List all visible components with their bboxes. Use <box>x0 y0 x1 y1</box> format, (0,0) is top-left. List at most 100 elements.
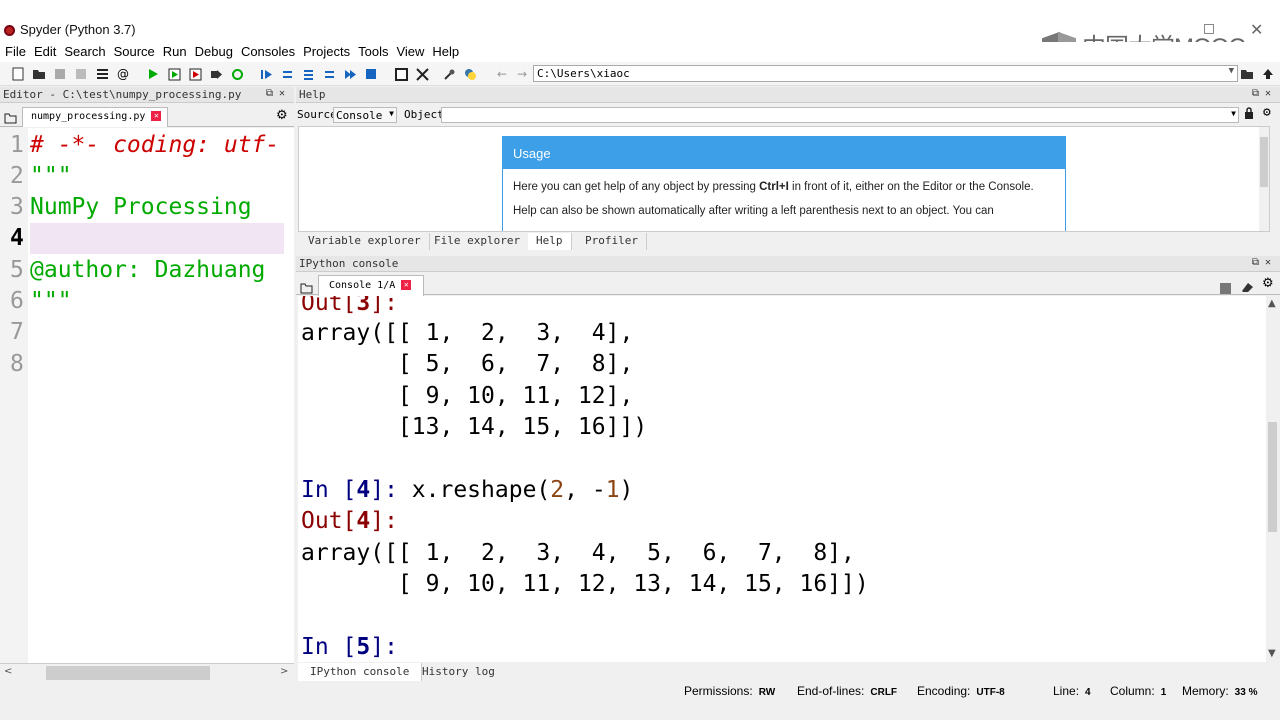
run-icon[interactable] <box>145 66 161 82</box>
menu-source[interactable]: Source <box>109 42 158 62</box>
pane-float-close-icons[interactable]: ⧉✕ <box>1252 88 1277 99</box>
tab-profiler[interactable]: Profiler <box>577 233 647 250</box>
status-label: Memory: <box>1182 684 1229 698</box>
line-number: 5 <box>10 257 24 283</box>
pane-float-close-icons[interactable]: ⧉✕ <box>1252 257 1277 268</box>
scrollbar-thumb[interactable] <box>1268 422 1277 532</box>
code-editor[interactable]: 1 # -*- coding: utf- 2 """ 3 NumPy Processi… <box>0 128 294 663</box>
continue-icon[interactable] <box>342 66 358 82</box>
forward-arrow-icon[interactable]: → <box>514 66 530 82</box>
menu-tools[interactable]: Tools <box>353 42 391 62</box>
step-into-icon[interactable] <box>300 66 316 82</box>
preferences-wrench-icon[interactable] <box>441 66 457 82</box>
menu-search[interactable]: Search <box>59 42 108 62</box>
editor-tab-numpy-processing[interactable]: numpy_processing.py ✕ <box>22 107 168 127</box>
status-column: Column: 1 <box>1110 684 1166 698</box>
menu-view[interactable]: View <box>391 42 427 62</box>
code-text: """ <box>30 288 72 314</box>
run-selection-icon[interactable] <box>208 66 224 82</box>
menu-help[interactable]: Help <box>427 42 462 62</box>
python-path-icon[interactable] <box>462 66 478 82</box>
tab-variable-explorer[interactable]: Variable explorer <box>300 233 430 250</box>
rerun-icon[interactable] <box>229 66 245 82</box>
back-arrow-icon[interactable]: ← <box>494 66 510 82</box>
working-directory-value: C:\Users\xiaoc <box>537 67 630 80</box>
code-line: 1 # -*- coding: utf- <box>0 130 294 161</box>
console-vertical-scrollbar[interactable]: ▲ ▼ <box>1266 296 1278 662</box>
code-text: x.reshape( <box>411 477 551 503</box>
gear-icon[interactable]: ⚙ <box>276 108 288 123</box>
list-icon[interactable] <box>94 66 110 82</box>
menu-file[interactable]: File <box>0 42 29 62</box>
maximize-icon[interactable] <box>1204 24 1214 34</box>
menu-run[interactable]: Run <box>158 42 190 62</box>
status-label: Line: <box>1053 684 1080 698</box>
pane-float-close-icons[interactable]: ⧉✕ <box>266 88 291 99</box>
menu-projects[interactable]: Projects <box>298 42 353 62</box>
step-return-icon[interactable] <box>321 66 337 82</box>
editor-tab-label: numpy_processing.py <box>31 111 146 122</box>
at-icon[interactable]: @ <box>115 66 131 82</box>
menu-consoles[interactable]: Consoles <box>236 42 298 62</box>
close-tab-icon[interactable]: ✕ <box>151 111 162 121</box>
source-select[interactable]: Console ▼ <box>333 107 397 123</box>
scroll-up-icon[interactable]: ▲ <box>1268 298 1276 309</box>
close-tab-icon[interactable]: ✕ <box>401 280 412 290</box>
gear-icon[interactable]: ⚙ <box>1263 105 1271 120</box>
editor-horizontal-scrollbar[interactable]: < > <box>0 663 294 681</box>
chevron-down-icon[interactable]: ▼ <box>1231 109 1236 118</box>
spyder-window: Spyder (Python 3.7) 中国大学MOOC ✕ File Edit… <box>0 0 1280 720</box>
tab-help[interactable]: Help <box>528 233 572 250</box>
code-line: 6 """ <box>0 286 294 317</box>
chevron-down-icon[interactable]: ▼ <box>1229 66 1234 76</box>
menu-debug[interactable]: Debug <box>190 42 236 62</box>
run-cell-advance-icon[interactable] <box>187 66 203 82</box>
usage-paragraph-2: Help can also be shown automatically aft… <box>513 205 994 217</box>
editor-pane-header: Editor - C:\test\numpy_processing.py ⧉✕ <box>0 87 294 103</box>
status-label: Encoding: <box>917 684 971 698</box>
scroll-left-icon[interactable]: < <box>4 666 12 677</box>
menu-edit[interactable]: Edit <box>29 42 59 62</box>
run-cell-icon[interactable] <box>166 66 182 82</box>
console-tab-1a[interactable]: Console 1/A ✕ <box>318 275 424 296</box>
new-file-icon[interactable] <box>10 66 26 82</box>
save-icon[interactable] <box>52 66 68 82</box>
usage-title: Usage <box>503 137 1065 169</box>
scroll-down-icon[interactable]: ▼ <box>1268 648 1276 659</box>
stop-debug-icon[interactable] <box>363 66 379 82</box>
browse-folder-icon[interactable] <box>1239 66 1255 82</box>
step-icon[interactable] <box>279 66 295 82</box>
object-input[interactable]: ▼ <box>441 107 1239 123</box>
lock-icon[interactable] <box>1244 107 1254 123</box>
clear-console-eraser-icon[interactable] <box>1240 278 1254 297</box>
gear-icon[interactable]: ⚙ <box>1262 276 1274 291</box>
scrollbar-thumb[interactable] <box>46 666 210 680</box>
chevron-down-icon[interactable]: ▼ <box>389 109 394 118</box>
tab-history-log[interactable]: History log <box>410 663 507 681</box>
save-all-icon[interactable] <box>73 66 89 82</box>
status-value: UTF-8 <box>976 687 1005 698</box>
code-line: 5 @author: Dazhuang <box>0 255 294 286</box>
status-permissions: Permissions: RW <box>684 684 775 698</box>
tab-file-explorer[interactable]: File explorer <box>426 233 530 250</box>
debug-icon[interactable] <box>258 66 274 82</box>
close-icon[interactable]: ✕ <box>1250 20 1263 39</box>
output-line: [13, 14, 15, 16]]) <box>301 414 648 440</box>
scrollbar-thumb[interactable] <box>1260 137 1268 187</box>
working-directory-input[interactable]: C:\Users\xiaoc ▼ <box>533 65 1238 82</box>
help-vertical-scrollbar[interactable] <box>1259 127 1269 231</box>
object-label: Object <box>404 108 444 121</box>
parent-dir-arrow-icon[interactable] <box>1260 66 1276 82</box>
current-line-highlight <box>30 223 284 254</box>
code-text: ) <box>619 477 634 503</box>
tab-ipython-console[interactable]: IPython console <box>298 663 423 681</box>
prompt-text: ]: <box>370 477 412 503</box>
open-file-icon[interactable] <box>31 66 47 82</box>
maximize-pane-icon[interactable] <box>393 66 409 82</box>
fullscreen-icon[interactable] <box>414 66 430 82</box>
browse-tabs-folder-icon[interactable] <box>4 109 17 128</box>
scroll-right-icon[interactable]: > <box>280 666 288 677</box>
help-content: Usage Here you can get help of any objec… <box>298 126 1270 232</box>
ipython-console-output[interactable]: Out[3]: array([[ 1, 2, 3, 4], [ 5, 6, 7,… <box>298 296 1266 662</box>
output-line: [ 9, 10, 11, 12, 13, 14, 15, 16]]) <box>301 571 869 597</box>
